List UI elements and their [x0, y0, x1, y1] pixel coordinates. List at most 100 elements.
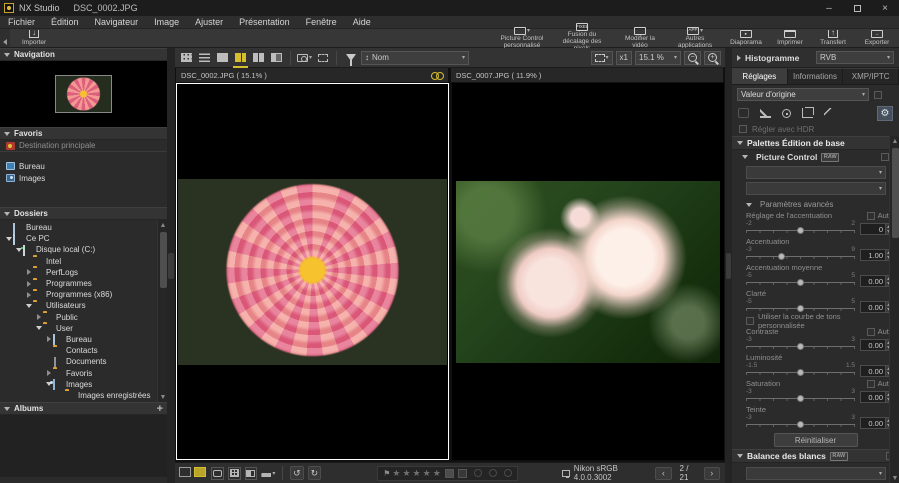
- slider-track[interactable]: [746, 424, 855, 425]
- zoom-level-dropdown[interactable]: 15.1 %▾: [635, 51, 681, 65]
- slider-track[interactable]: [746, 308, 855, 309]
- pane2-header[interactable]: DSC_0007.JPG ( 11.9% ): [451, 68, 723, 82]
- next-image-button[interactable]: ›: [704, 467, 720, 480]
- tab-reglages[interactable]: Réglages: [732, 68, 788, 84]
- zoom-out-button[interactable]: −: [684, 51, 701, 65]
- export-button[interactable]: → Exporter: [855, 29, 899, 47]
- scroll-down-icon[interactable]: ▼: [890, 473, 899, 483]
- channel-dropdown[interactable]: RVB ▾: [816, 51, 894, 64]
- tab-informations[interactable]: Informations: [788, 68, 844, 84]
- expand-closed-icon[interactable]: [47, 370, 51, 376]
- slider-track[interactable]: [746, 256, 855, 257]
- color-label-icon[interactable]: [504, 469, 512, 477]
- slider-thumb[interactable]: [797, 305, 804, 312]
- tone-curve-checkbox[interactable]: [746, 317, 754, 325]
- pixel-shift-button[interactable]: PIXEL Fusion du décalage des pixels: [551, 29, 613, 47]
- expand-open-icon[interactable]: [26, 304, 32, 308]
- edit-video-button[interactable]: Modifier la vidéo: [613, 29, 667, 47]
- favorite-item-destination[interactable]: Destination principale: [0, 140, 167, 152]
- list-view-button[interactable]: [197, 51, 212, 64]
- slider-thumb[interactable]: [797, 369, 804, 376]
- tree-item-intel[interactable]: Intel: [0, 256, 157, 267]
- folder-tree-scrollbar[interactable]: ▲ ▼: [157, 220, 167, 402]
- albums-panel-header[interactable]: Albums +: [0, 402, 167, 415]
- auto-checkbox[interactable]: [867, 212, 875, 220]
- menu-edition[interactable]: Édition: [43, 16, 87, 29]
- auto-checkbox[interactable]: [867, 380, 875, 388]
- grid-toggle-button[interactable]: [228, 467, 241, 480]
- info-toggle-button[interactable]: [211, 467, 224, 480]
- slider-value-input[interactable]: 0: [860, 223, 886, 235]
- other-apps-button[interactable]: APP▾ Autres applications: [667, 29, 723, 47]
- menu-fichier[interactable]: Fichier: [0, 16, 43, 29]
- left-splitter[interactable]: [167, 48, 175, 483]
- expand-open-icon[interactable]: [6, 237, 12, 241]
- menu-presentation[interactable]: Présentation: [231, 16, 298, 29]
- tree-item-ce-pc[interactable]: Ce PC: [0, 233, 157, 244]
- compare-pair-button[interactable]: [196, 467, 208, 480]
- pane1-header[interactable]: DSC_0002.JPG ( 15.1% ): [176, 68, 448, 82]
- camera-compare-button[interactable]: ▾: [297, 51, 312, 64]
- reset-button[interactable]: Réinitialiser: [774, 433, 858, 447]
- slider-track[interactable]: [746, 282, 855, 283]
- tree-item-bureau[interactable]: Bureau: [0, 222, 157, 233]
- slider-value-input[interactable]: 0.00: [860, 417, 886, 429]
- picture-control-dropdown-1[interactable]: ▾: [746, 166, 886, 179]
- slider-value-input[interactable]: 0.00: [860, 365, 886, 377]
- advanced-params-header[interactable]: Paramètres avancés: [732, 198, 899, 211]
- slider-track[interactable]: [746, 398, 855, 399]
- tree-item-images-enregistrees[interactable]: Images enregistrées: [0, 390, 157, 401]
- split-toggle-button[interactable]: [245, 467, 258, 480]
- import-button[interactable]: ↓ Importer: [10, 29, 58, 47]
- tree-item-contacts[interactable]: Contacts: [0, 345, 157, 356]
- tab-xmp-iptc[interactable]: XMP/IPTC: [843, 68, 899, 84]
- slider-value-input[interactable]: 1.00: [860, 249, 886, 261]
- rotate-left-button[interactable]: ↺: [290, 466, 304, 480]
- star-icon[interactable]: ★: [392, 468, 400, 479]
- navigation-panel-header[interactable]: Navigation: [0, 48, 167, 61]
- slider-track[interactable]: [746, 346, 855, 347]
- link-zoom-icon[interactable]: [431, 72, 443, 79]
- favorite-item-bureau[interactable]: Bureau: [0, 160, 167, 172]
- thumbnail-grid-view-button[interactable]: [179, 51, 194, 64]
- menu-aide[interactable]: Aide: [345, 16, 379, 29]
- rotate-tool-icon[interactable]: [738, 108, 749, 118]
- pane2[interactable]: [452, 83, 724, 460]
- slider-thumb[interactable]: [797, 343, 804, 350]
- expand-open-icon[interactable]: [36, 326, 42, 330]
- tree-item-utilisateurs[interactable]: Utilisateurs: [0, 300, 157, 311]
- right-splitter[interactable]: [725, 48, 732, 483]
- scroll-up-icon[interactable]: ▲: [890, 136, 899, 146]
- folders-panel-header[interactable]: Dossiers: [0, 207, 167, 220]
- star-icon[interactable]: ★: [402, 468, 410, 479]
- rotate-right-button[interactable]: ↻: [308, 466, 322, 480]
- expand-closed-icon[interactable]: [47, 336, 51, 342]
- star-icon[interactable]: ★: [413, 468, 421, 479]
- splitter-grip[interactable]: [726, 253, 731, 279]
- sort-dropdown[interactable]: ↕ Nom ▾: [361, 51, 469, 65]
- menu-image[interactable]: Image: [146, 16, 187, 29]
- navigation-thumbnail[interactable]: [55, 75, 112, 113]
- tree-item-perflogs[interactable]: PerfLogs: [0, 267, 157, 278]
- color-label-icon[interactable]: [474, 469, 482, 477]
- pane1-selected[interactable]: [176, 83, 449, 460]
- zoom-in-button[interactable]: +: [704, 51, 721, 65]
- menu-navigateur[interactable]: Navigateur: [87, 16, 147, 29]
- preset-checkbox[interactable]: [874, 91, 882, 99]
- slider-track[interactable]: [746, 230, 855, 231]
- zoom-100-button[interactable]: x1: [616, 51, 632, 65]
- slider-value-input[interactable]: 0.00: [860, 275, 886, 287]
- star-icon[interactable]: ★: [433, 468, 441, 479]
- slider-thumb[interactable]: [797, 227, 804, 234]
- expand-closed-icon[interactable]: [27, 269, 31, 275]
- slideshow-button[interactable]: ▸ Diaporama: [723, 29, 769, 47]
- upload-button[interactable]: ↑ Transfert: [811, 29, 855, 47]
- tree-item-documents[interactable]: Documents: [0, 356, 157, 367]
- scrollbar-thumb[interactable]: [160, 232, 167, 288]
- tree-item-disque-c[interactable]: Disque local (C:): [0, 244, 157, 255]
- color-control-point-icon[interactable]: [782, 109, 791, 118]
- filter-button[interactable]: [343, 51, 358, 64]
- compare-view-button[interactable]: [269, 51, 284, 64]
- slider-track[interactable]: [746, 372, 855, 373]
- scrollbar-thumb[interactable]: [892, 148, 899, 238]
